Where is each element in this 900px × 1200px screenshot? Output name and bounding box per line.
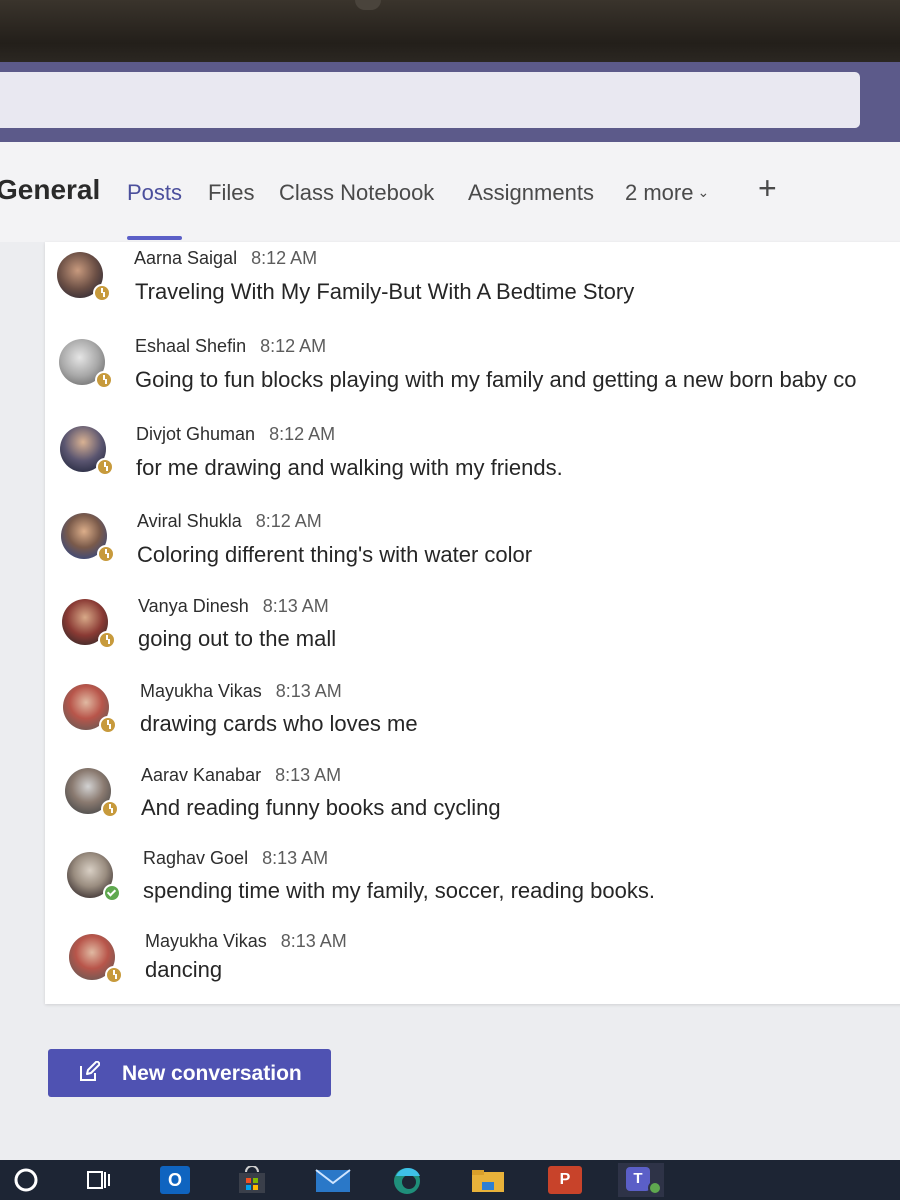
new-conversation-label: New conversation (122, 1062, 302, 1085)
message-meta: Raghav Goel 8:13 AM (143, 848, 328, 869)
timestamp: 8:12 AM (269, 424, 336, 444)
presence-away-icon (95, 371, 113, 389)
message-text: Going to fun blocks playing with my fami… (135, 367, 857, 392)
message-meta: Aviral Shukla 8:12 AM (137, 511, 322, 532)
message-item: Divjot Ghuman 8:12 AM for me drawing and … (45, 416, 900, 502)
outlook-letter: O (167, 1170, 182, 1190)
compose-icon (80, 1061, 100, 1081)
presence-away-icon (99, 716, 117, 734)
message-meta: Mayukha Vikas 8:13 AM (140, 681, 342, 702)
presence-away-icon (97, 545, 115, 563)
powerpoint-letter: P (559, 1171, 571, 1188)
file-explorer-icon[interactable] (470, 1166, 506, 1194)
message-meta: Divjot Ghuman 8:12 AM (136, 424, 335, 445)
author-name[interactable]: Raghav Goel (143, 848, 248, 868)
presence-away-icon (96, 458, 114, 476)
timestamp: 8:12 AM (255, 511, 322, 531)
message-item: Raghav Goel 8:13 AM spending time with my… (45, 842, 900, 928)
author-name[interactable]: Aarav Kanabar (141, 765, 261, 785)
tab-class-notebook[interactable]: Class Notebook (279, 180, 434, 206)
teams-window: General Posts Files Class Notebook Assig… (0, 142, 900, 1160)
webcam (355, 0, 381, 10)
presence-away-icon (98, 631, 116, 649)
message-item: Eshaal Shefin 8:12 AM Going to fun blocks… (45, 329, 900, 415)
author-name[interactable]: Aarna Saigal (134, 248, 237, 268)
powerpoint-icon[interactable]: P (548, 1166, 582, 1194)
mail-icon[interactable] (314, 1166, 352, 1194)
message-meta: Vanya Dinesh 8:13 AM (138, 596, 329, 617)
author-name[interactable]: Eshaal Shefin (135, 336, 246, 356)
tab-more-label: 2 more (625, 180, 694, 205)
presence-away-icon (93, 284, 111, 302)
message-item: Mayukha Vikas 8:13 AM drawing cards who l… (45, 674, 900, 760)
presence-available-icon (648, 1181, 662, 1195)
presence-away-icon (105, 966, 123, 984)
add-tab-button[interactable]: + (758, 170, 777, 207)
start-circle-icon[interactable] (12, 1166, 40, 1194)
message-item: Vanya Dinesh 8:13 AM going out to the mal… (45, 589, 900, 675)
message-meta: Mayukha Vikas 8:13 AM (145, 931, 347, 952)
channel-header: General Posts Files Class Notebook Assig… (0, 142, 900, 242)
author-name[interactable]: Mayukha Vikas (140, 681, 262, 701)
author-name[interactable]: Aviral Shukla (137, 511, 242, 531)
chevron-down-icon: ⌄ (697, 184, 710, 200)
author-name[interactable]: Divjot Ghuman (136, 424, 255, 444)
tab-posts[interactable]: Posts (127, 180, 182, 206)
windows-taskbar: O P T (0, 1160, 900, 1200)
timestamp: 8:13 AM (262, 848, 329, 868)
message-text: for me drawing and walking with my frien… (136, 455, 563, 480)
teams-letter: T (633, 1170, 643, 1187)
author-name[interactable]: Mayukha Vikas (145, 931, 267, 951)
teams-taskbar-active[interactable]: T (618, 1163, 664, 1197)
timestamp: 8:13 AM (275, 681, 342, 701)
timestamp: 8:12 AM (251, 248, 318, 268)
message-meta: Aarav Kanabar 8:13 AM (141, 765, 341, 786)
message-item: Aarav Kanabar 8:13 AM And reading funny b… (45, 758, 900, 844)
new-conversation-button[interactable]: New conversation (48, 1049, 331, 1097)
message-text: Coloring different thing's with water co… (137, 542, 533, 567)
posts-feed: Aarna Saigal 8:12 AM Traveling With My Fa… (45, 242, 900, 1004)
message-text: drawing cards who loves me (140, 711, 418, 736)
message-text: dancing (145, 957, 223, 982)
message-item: Aarna Saigal 8:12 AM Traveling With My Fa… (45, 242, 900, 328)
message-meta: Eshaal Shefin 8:12 AM (135, 336, 326, 357)
presence-available-icon (103, 884, 121, 902)
timestamp: 8:12 AM (260, 336, 327, 356)
message-text: going out to the mall (138, 626, 337, 651)
monitor-bezel (0, 0, 900, 62)
task-view-icon[interactable] (84, 1166, 112, 1194)
edge-icon[interactable] (390, 1166, 424, 1194)
channel-title: General (0, 174, 101, 205)
active-tab-indicator (127, 236, 182, 240)
teams-icon: T (626, 1167, 650, 1191)
tab-files[interactable]: Files (208, 180, 254, 206)
outlook-icon[interactable]: O (160, 1166, 190, 1194)
timestamp: 8:13 AM (280, 931, 347, 951)
search-bar[interactable] (0, 72, 860, 128)
message-meta: Aarna Saigal 8:12 AM (134, 248, 317, 269)
timestamp: 8:13 AM (262, 596, 329, 616)
message-text: And reading funny books and cycling (141, 795, 501, 820)
message-item: Aviral Shukla 8:12 AM Coloring different … (45, 503, 900, 589)
presence-away-icon (101, 800, 119, 818)
message-item: Mayukha Vikas 8:13 AM dancing (45, 926, 900, 1012)
message-text: spending time with my family, soccer, re… (143, 878, 655, 903)
message-text: Traveling With My Family-But With A Bedt… (135, 279, 635, 304)
timestamp: 8:13 AM (275, 765, 342, 785)
author-name[interactable]: Vanya Dinesh (138, 596, 249, 616)
tab-assignments[interactable]: Assignments (468, 180, 594, 206)
tab-more[interactable]: 2 more ⌄ (625, 180, 709, 206)
store-icon[interactable] (236, 1166, 268, 1194)
